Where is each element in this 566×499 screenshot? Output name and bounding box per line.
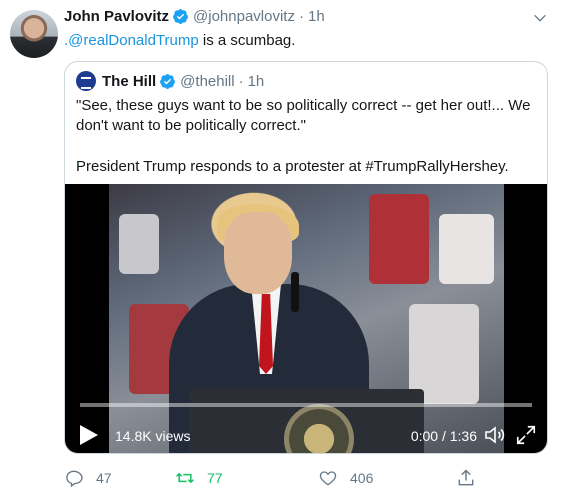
tweet-actions: 47 77 406: [64, 468, 544, 490]
quote-paragraph: President Trump responds to a protester …: [76, 158, 509, 175]
like-button[interactable]: 406: [318, 468, 373, 488]
author-handle[interactable]: @johnpavlovitz: [193, 8, 295, 25]
quoted-tweet[interactable]: The Hill @thehill · 1h "See, these guys …: [64, 61, 548, 454]
volume-icon[interactable]: [483, 423, 507, 447]
video-progress-bar[interactable]: [80, 403, 532, 407]
retweet-icon: [176, 472, 194, 484]
author-name[interactable]: John Pavlovitz: [64, 8, 169, 25]
quote-time: 1h: [247, 72, 265, 90]
view-count: 14.8K views: [115, 428, 191, 444]
retweet-button[interactable]: 77: [175, 468, 223, 488]
separator-dot: ·: [238, 72, 244, 90]
verified-badge-icon: [173, 9, 188, 24]
video-player[interactable]: 14.8K views 0:00 / 1:36: [65, 184, 547, 453]
tweet-header: John Pavlovitz @johnpavlovitz · 1h: [64, 8, 325, 25]
retweet-count: 77: [207, 470, 223, 486]
video-time: 0:00 / 1:36: [410, 428, 477, 444]
share-button[interactable]: [456, 468, 488, 488]
tweet-text: .@realDonaldTrump is a scumbag.: [64, 31, 295, 51]
play-icon[interactable]: [80, 425, 98, 445]
the-hill-logo-icon: [76, 71, 96, 91]
reply-button[interactable]: 47: [64, 468, 112, 488]
author-avatar[interactable]: [10, 10, 58, 58]
quote-header: The Hill @thehill · 1h: [76, 71, 264, 91]
reply-icon: [66, 470, 83, 488]
chevron-down-icon[interactable]: [532, 10, 548, 26]
like-count: 406: [350, 470, 374, 486]
verified-badge-icon: [160, 73, 176, 89]
mention-link[interactable]: .@realDonaldTrump: [64, 32, 199, 49]
quote-paragraph: "See, these guys want to be so political…: [76, 97, 531, 134]
reply-count: 47: [96, 470, 112, 486]
quote-text: "See, these guys want to be so political…: [76, 96, 538, 198]
quote-author-name: The Hill: [102, 72, 157, 90]
like-icon: [319, 471, 337, 486]
tweet-body: is a scumbag.: [198, 32, 296, 49]
quote-author-handle: @thehill: [180, 72, 235, 90]
video-frame: [109, 184, 504, 453]
expand-icon[interactable]: [515, 424, 537, 446]
share-icon: [458, 469, 474, 486]
tweet-time[interactable]: 1h: [308, 8, 325, 25]
separator-dot: ·: [298, 8, 304, 25]
